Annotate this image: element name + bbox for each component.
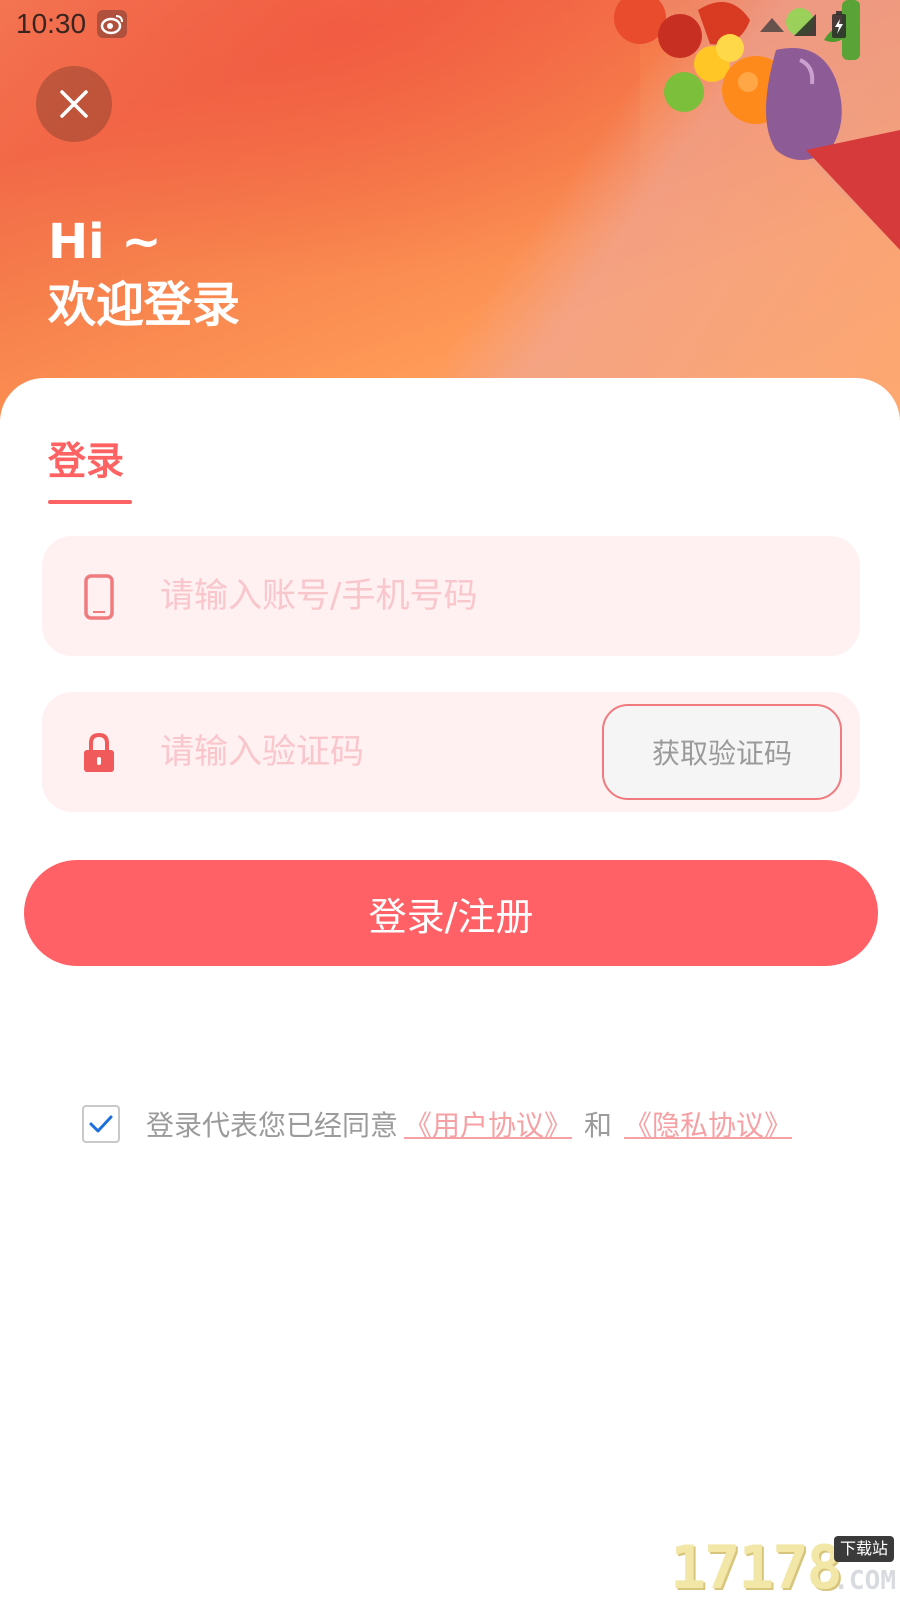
phone-icon [80, 574, 120, 620]
privacy-policy-link[interactable]: 《隐私协议》 [624, 1104, 792, 1144]
close-button[interactable] [36, 66, 112, 142]
login-card: 登录 获取验证码 登录/注册 登录代表您 [0, 378, 900, 1600]
watermark-suffix: .COM [833, 1566, 896, 1596]
greeting: Hi ~ 欢迎登录 [48, 212, 240, 338]
weibo-icon [97, 10, 127, 38]
status-bar: 10:30 [0, 0, 900, 48]
status-time: 10:30 [16, 8, 87, 39]
code-field[interactable]: 获取验证码 [42, 692, 860, 812]
wifi-icon [760, 18, 784, 32]
greeting-welcome: 欢迎登录 [48, 277, 241, 333]
agreement-row: 登录代表您已经同意 《用户协议》 和 《隐私协议》 [82, 1104, 798, 1144]
header-banner: 10:30 Hi ~ 欢迎登录 [0, 0, 900, 420]
phone-field[interactable] [42, 536, 860, 656]
phone-input[interactable] [160, 566, 640, 626]
agreement-and: 和 [584, 1109, 613, 1142]
greeting-hi: Hi ~ [48, 214, 162, 270]
tab-login[interactable]: 登录 [48, 430, 124, 485]
get-code-button[interactable]: 获取验证码 [602, 704, 842, 800]
check-icon [89, 1115, 113, 1133]
login-register-button[interactable]: 登录/注册 [24, 860, 878, 966]
battery-charging-icon [832, 11, 846, 38]
watermark-tag: 下载站 [833, 1536, 894, 1562]
agreement-text: 登录代表您已经同意 [146, 1109, 399, 1142]
tab-login-indicator [48, 500, 132, 504]
site-watermark: 17178 下载站 .COM [670, 1536, 900, 1600]
close-icon [60, 90, 88, 118]
watermark-digits: 17178 [670, 1533, 843, 1600]
code-input[interactable] [160, 722, 560, 782]
lock-icon [80, 730, 120, 776]
user-agreement-link[interactable]: 《用户协议》 [404, 1104, 572, 1144]
status-icons [750, 10, 860, 40]
signal-icon [794, 14, 816, 36]
agreement-checkbox[interactable] [82, 1105, 120, 1143]
